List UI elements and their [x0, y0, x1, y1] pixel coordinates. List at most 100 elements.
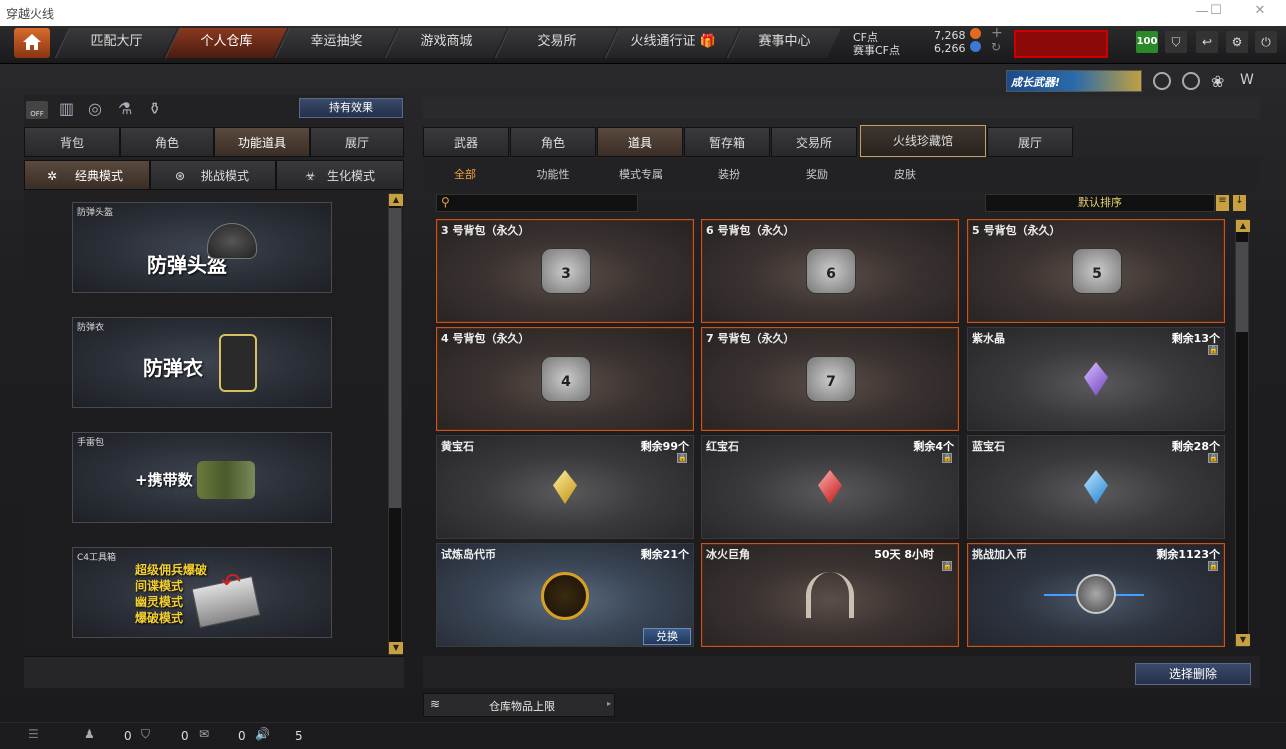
- growth-weapon-banner[interactable]: 成长武器!: [1006, 70, 1142, 92]
- biohazard-icon: ☣: [305, 169, 316, 183]
- item-card-purple-crystal[interactable]: 紫水晶 剩余13个 🔒: [967, 327, 1225, 431]
- sort-direction-icon[interactable]: ↓: [1233, 195, 1246, 211]
- cycle-icon[interactable]: ◎: [88, 99, 102, 118]
- bag-icon[interactable]: ⚱: [148, 99, 161, 118]
- item-card-bag6[interactable]: 6 号背包（永久） 6: [701, 219, 959, 323]
- back-icon[interactable]: ↩: [1196, 31, 1218, 53]
- scroll-up-icon[interactable]: ▲: [389, 194, 403, 206]
- item-c4-kit[interactable]: C4工具箱 超级佣兵爆破 间谍模式 幽灵模式 爆破模式 ↶: [72, 547, 332, 638]
- capacity-bar[interactable]: ≋ 仓库物品上限 ▸: [423, 693, 615, 717]
- scroll-down-icon[interactable]: ▼: [1236, 634, 1250, 646]
- cat-mode[interactable]: 模式专属: [610, 166, 672, 181]
- item-card-yellow-gem[interactable]: 黄宝石 剩余99个 🔒: [436, 435, 694, 539]
- right-tab-items[interactable]: 道具: [597, 127, 683, 157]
- nav-tab-warehouse[interactable]: 个人仓库: [165, 28, 287, 58]
- speaker-icon[interactable]: 🔊: [255, 727, 270, 741]
- power-icon[interactable]: ⏻: [1255, 31, 1277, 53]
- left-tab-showroom[interactable]: 展厅: [310, 127, 404, 157]
- refresh-icon[interactable]: ↻: [991, 40, 1001, 54]
- clan-count: 0: [181, 729, 189, 743]
- lock-icon[interactable]: 🔒: [1208, 345, 1218, 355]
- bag-4-icon: 4: [541, 356, 591, 402]
- mode-zombie[interactable]: ☣ 生化模式: [276, 160, 404, 190]
- badge-icon-1[interactable]: [1153, 72, 1171, 90]
- right-tab-character[interactable]: 角色: [510, 127, 596, 157]
- cat-skin[interactable]: 皮肤: [882, 166, 928, 181]
- item-card-trial-coin[interactable]: 试炼岛代币 剩余21个 兑换: [436, 543, 694, 647]
- scroll-thumb[interactable]: [389, 208, 401, 508]
- right-tab-weapon[interactable]: 武器: [423, 127, 509, 157]
- menu-icon[interactable]: ☰: [28, 727, 39, 741]
- lock-icon[interactable]: 🔒: [1208, 453, 1218, 463]
- cat-outfit[interactable]: 装扮: [706, 166, 752, 181]
- item-card-bag7[interactable]: 7 号背包（永久） 7: [701, 327, 959, 431]
- potion-icon[interactable]: ⚗: [118, 99, 132, 118]
- item-card-horns[interactable]: 冰火巨角 50天 8小时 🔒: [701, 543, 959, 647]
- search-icon: ⚲: [441, 195, 450, 209]
- mode-classic[interactable]: ✲ 经典模式: [24, 160, 150, 190]
- item-helmet[interactable]: 防弹头盔 防弹头盔: [72, 202, 332, 293]
- effects-button[interactable]: 持有效果: [299, 98, 403, 118]
- add-icon[interactable]: +: [991, 25, 1003, 41]
- arrow-icon: ↶: [221, 568, 242, 596]
- select-delete-button[interactable]: 选择删除: [1135, 663, 1251, 685]
- red-gem-icon: [818, 470, 842, 504]
- maximize-button[interactable]: ☐: [1206, 3, 1226, 21]
- nav-tab-match[interactable]: 匹配大厅: [55, 28, 177, 58]
- shield-icon[interactable]: ⛉: [1165, 31, 1187, 53]
- right-tab-storage[interactable]: 暂存箱: [684, 127, 770, 157]
- item-card-bag4[interactable]: 4 号背包（永久） 4: [436, 327, 694, 431]
- left-scrollbar[interactable]: ▲ ▼: [388, 193, 403, 655]
- item-grenade-pack[interactable]: 手雷包 +携带数: [72, 432, 332, 523]
- friends-icon[interactable]: ♟: [84, 727, 95, 741]
- lock-icon[interactable]: 🔒: [677, 453, 687, 463]
- stats-icon[interactable]: ▥: [59, 99, 74, 118]
- right-header-strip: [423, 97, 1260, 119]
- sort-dropdown[interactable]: 默认排序: [985, 194, 1215, 212]
- scroll-down-icon[interactable]: ▼: [389, 642, 403, 654]
- right-scrollbar[interactable]: ▲ ▼: [1235, 219, 1250, 647]
- expand-icon[interactable]: ▸: [607, 699, 611, 708]
- item-vest[interactable]: 防弹衣 防弹衣: [72, 317, 332, 408]
- list-view-icon[interactable]: ≡: [1216, 195, 1229, 211]
- cat-all[interactable]: 全部: [442, 166, 488, 181]
- nav-tab-pass[interactable]: 火线通行证 🎁: [605, 28, 739, 58]
- home-button[interactable]: [14, 28, 50, 58]
- cat-functional[interactable]: 功能性: [526, 166, 580, 181]
- nav-tab-lottery[interactable]: 幸运抽奖: [275, 28, 397, 58]
- lock-icon[interactable]: 🔒: [1208, 561, 1218, 571]
- item-card-red-gem[interactable]: 红宝石 剩余4个 🔒: [701, 435, 959, 539]
- mode-challenge[interactable]: ⊛ 挑战模式: [150, 160, 276, 190]
- redeem-button[interactable]: 兑换: [643, 628, 691, 645]
- right-tab-exchange[interactable]: 交易所: [771, 127, 857, 157]
- scroll-thumb[interactable]: [1236, 242, 1248, 332]
- item-card-challenge-coin[interactable]: 挑战加入币 剩余1123个 🔒: [967, 543, 1225, 647]
- right-tab-collection[interactable]: 火线珍藏馆: [860, 125, 986, 157]
- item-card-blue-gem[interactable]: 蓝宝石 剩余28个 🔒: [967, 435, 1225, 539]
- scroll-up-icon[interactable]: ▲: [1236, 220, 1250, 232]
- nav-tab-events[interactable]: 赛事中心: [727, 28, 841, 58]
- chat-icon[interactable]: ✉: [199, 727, 209, 741]
- lock-icon[interactable]: 🔒: [942, 453, 952, 463]
- flower-icon[interactable]: ❀: [1211, 72, 1224, 91]
- nav-tab-shop[interactable]: 游戏商城: [385, 28, 507, 58]
- red-promo-button[interactable]: [1014, 30, 1108, 58]
- search-input[interactable]: ⚲: [436, 194, 638, 212]
- cat-reward[interactable]: 奖励: [794, 166, 840, 181]
- lock-icon[interactable]: 🔒: [942, 561, 952, 571]
- gear-icon[interactable]: ⚙: [1226, 31, 1248, 53]
- globe-icon[interactable]: [1182, 72, 1200, 90]
- nav-tab-exchange[interactable]: 交易所: [495, 28, 617, 58]
- left-tab-backpack[interactable]: 背包: [24, 127, 120, 157]
- item-card-bag3[interactable]: 3 号背包（永久） 3: [436, 219, 694, 323]
- friends-count: 0: [124, 729, 132, 743]
- item-card-bag5[interactable]: 5 号背包（永久） 5: [967, 219, 1225, 323]
- clan-icon[interactable]: ⛉: [141, 727, 150, 742]
- off-toggle[interactable]: OFF: [26, 101, 48, 119]
- right-tab-showroom[interactable]: 展厅: [987, 127, 1073, 157]
- close-button[interactable]: ✕: [1250, 3, 1270, 21]
- layers-icon: ≋: [430, 697, 441, 711]
- left-tab-functional[interactable]: 功能道具: [214, 127, 310, 157]
- wing-icon[interactable]: W: [1240, 72, 1254, 88]
- left-tab-character[interactable]: 角色: [120, 127, 214, 157]
